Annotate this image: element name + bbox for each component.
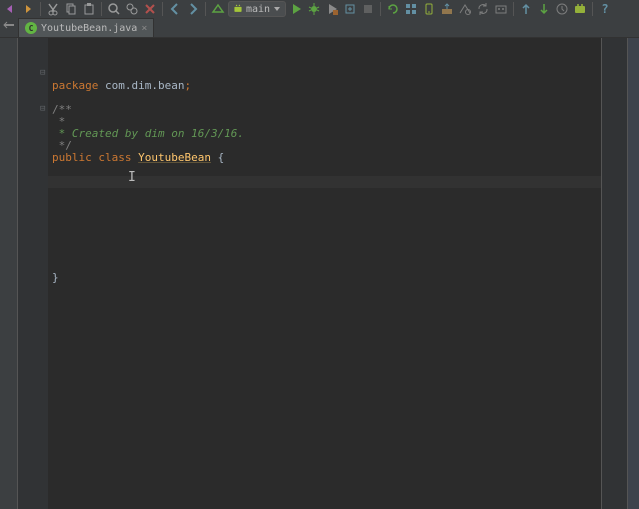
back-icon[interactable] bbox=[167, 1, 183, 17]
avd-manager-icon[interactable] bbox=[421, 1, 437, 17]
text-cursor-caret: I bbox=[128, 172, 136, 184]
copy-icon[interactable] bbox=[63, 1, 79, 17]
main-toolbar: main ? bbox=[0, 0, 639, 18]
separator bbox=[513, 2, 514, 16]
editor-tab-bar: C YoutubeBean.java × bbox=[0, 18, 639, 38]
separator bbox=[162, 2, 163, 16]
undo-icon[interactable] bbox=[2, 1, 18, 17]
help-icon[interactable]: ? bbox=[597, 1, 613, 17]
paste-icon[interactable] bbox=[81, 1, 97, 17]
run-config-label: main bbox=[246, 4, 270, 15]
vcs-commit-icon[interactable] bbox=[536, 1, 552, 17]
separator bbox=[592, 2, 593, 16]
code-area[interactable]: I package com.dim.bean; /** * * Created … bbox=[48, 38, 627, 509]
adb-icon[interactable] bbox=[493, 1, 509, 17]
fold-collapse-icon[interactable]: ⊟ bbox=[40, 68, 45, 78]
error-stripe bbox=[601, 38, 627, 509]
separator bbox=[40, 2, 41, 16]
fold-gutter: ⊟ ⊟ bbox=[18, 38, 48, 509]
semicolon: ; bbox=[184, 79, 191, 92]
hide-tool-window-icon[interactable] bbox=[2, 20, 16, 34]
svg-text:?: ? bbox=[601, 2, 608, 16]
sdk-manager-icon[interactable] bbox=[439, 1, 455, 17]
debug-icon[interactable] bbox=[306, 1, 322, 17]
tab-filename: YoutubeBean.java bbox=[41, 23, 137, 34]
coverage-icon[interactable] bbox=[324, 1, 340, 17]
javadoc-author-line: * Created by dim on 16/3/16. bbox=[52, 127, 244, 140]
separator bbox=[205, 2, 206, 16]
close-brace: } bbox=[52, 271, 59, 284]
replace-icon[interactable] bbox=[124, 1, 140, 17]
package-name: com.dim.bean bbox=[105, 79, 184, 92]
cut-icon[interactable] bbox=[45, 1, 61, 17]
stop-find-icon[interactable] bbox=[142, 1, 158, 17]
package-keyword: package bbox=[52, 79, 98, 92]
editor-wrap: ⊟ ⊟ I package com.dim.bean; /** * * Crea… bbox=[0, 38, 639, 509]
project-structure-icon[interactable] bbox=[403, 1, 419, 17]
vcs-history-icon[interactable] bbox=[554, 1, 570, 17]
find-icon[interactable] bbox=[106, 1, 122, 17]
layout-inspector-icon[interactable] bbox=[457, 1, 473, 17]
redo-icon[interactable] bbox=[20, 1, 36, 17]
run-config-selector[interactable]: main bbox=[228, 1, 286, 17]
stop-icon[interactable] bbox=[360, 1, 376, 17]
sync-icon[interactable] bbox=[475, 1, 491, 17]
editor-tab[interactable]: C YoutubeBean.java × bbox=[18, 18, 154, 37]
open-brace: { bbox=[218, 151, 225, 164]
code-editor[interactable]: ⊟ ⊟ I package com.dim.bean; /** * * Crea… bbox=[18, 38, 639, 509]
tool-window-bar bbox=[0, 38, 18, 509]
separator bbox=[380, 2, 381, 16]
close-tab-icon[interactable]: × bbox=[141, 23, 147, 34]
forward-icon[interactable] bbox=[185, 1, 201, 17]
attach-debugger-icon[interactable] bbox=[342, 1, 358, 17]
separator bbox=[101, 2, 102, 16]
build-icon[interactable] bbox=[210, 1, 226, 17]
class-file-icon: C bbox=[25, 22, 37, 34]
class-name: YoutubeBean bbox=[138, 151, 211, 164]
vcs-update-icon[interactable] bbox=[518, 1, 534, 17]
run-icon[interactable] bbox=[288, 1, 304, 17]
right-rail bbox=[627, 38, 639, 509]
sync-gradle-icon[interactable] bbox=[385, 1, 401, 17]
public-keyword: public bbox=[52, 151, 92, 164]
vcs-revert-icon[interactable] bbox=[572, 1, 588, 17]
class-keyword: class bbox=[98, 151, 131, 164]
fold-expand-icon[interactable]: ⊟ bbox=[40, 104, 45, 114]
